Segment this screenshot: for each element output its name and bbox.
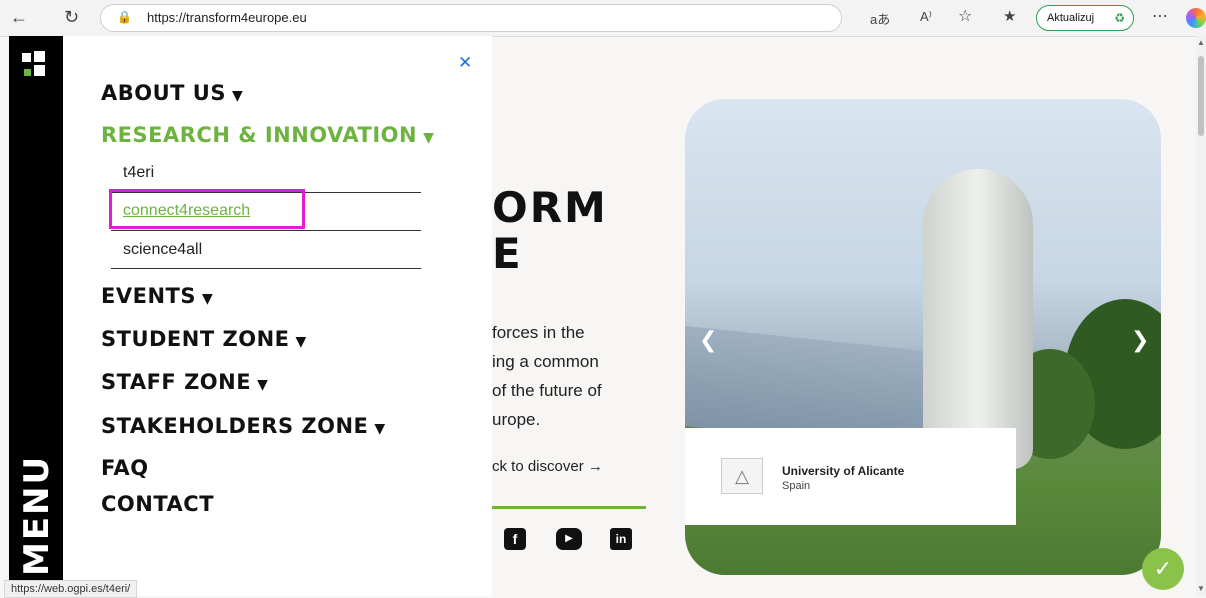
close-icon[interactable]: ✕ xyxy=(458,53,472,73)
hero-title-line2: E xyxy=(492,229,523,278)
submenu-item-connect4research[interactable]: connect4research xyxy=(123,202,250,220)
menu-item-label: STAKEHOLDERS ZONE xyxy=(101,414,369,438)
submenu-item-t4eri[interactable]: t4eri xyxy=(123,164,154,182)
scroll-thumb[interactable] xyxy=(1198,56,1204,136)
hero-text-line3: of the future of xyxy=(492,381,602,400)
scroll-down-icon[interactable]: ▼ xyxy=(1197,584,1205,593)
menu-item-events[interactable]: EVENTS ▼ xyxy=(101,284,213,308)
star-icon[interactable]: ☆ xyxy=(958,6,972,26)
favorites-icon[interactable]: ★ xyxy=(1003,7,1016,25)
eco-badge-icon[interactable]: ✓ xyxy=(1142,548,1184,590)
menu-item-label: FAQ xyxy=(101,456,149,480)
chevron-right-icon[interactable]: ❯ xyxy=(1131,327,1149,353)
submenu-divider xyxy=(111,268,421,269)
facebook-icon[interactable]: f xyxy=(504,528,526,550)
browser-toolbar: ← ↻ 🔒 https://transform4europe.eu aあ A⁾ … xyxy=(0,0,1206,37)
menu-item-stakeholders-zone[interactable]: STAKEHOLDERS ZONE ▼ xyxy=(101,414,386,438)
menu-item-label: ABOUT US xyxy=(101,81,226,105)
menu-item-student-zone[interactable]: STUDENT ZONE ▼ xyxy=(101,327,307,351)
refresh-icon[interactable]: ↻ xyxy=(64,7,79,27)
caret-down-icon: ▼ xyxy=(295,334,307,350)
submenu-divider xyxy=(111,230,421,231)
url-text[interactable]: https://transform4europe.eu xyxy=(147,10,307,25)
caret-down-icon: ▼ xyxy=(201,291,214,307)
navigation-menu: ✕ ABOUT US ▼ RESEARCH & INNOVATION ▼ t4eri… xyxy=(63,36,492,596)
copilot-icon[interactable] xyxy=(1186,8,1206,28)
status-bar-url: https://web.ogpi.es/t4eri/ xyxy=(4,580,138,598)
menu-vertical-label[interactable]: MENU xyxy=(17,455,57,576)
menu-item-faq[interactable]: FAQ xyxy=(101,456,149,480)
more-icon[interactable]: ⋯ xyxy=(1152,6,1168,26)
hero-text-line2: ing a common xyxy=(492,352,599,371)
university-caption: △ University of Alicante Spain xyxy=(685,428,1016,525)
menu-item-contact[interactable]: CONTACT xyxy=(101,492,214,516)
menu-strip[interactable]: MENU xyxy=(9,36,63,596)
address-bar[interactable]: 🔒 https://transform4europe.eu xyxy=(100,4,842,32)
hero-text-line1: forces in the xyxy=(492,323,585,342)
menu-item-research-innovation[interactable]: RESEARCH & INNOVATION ▼ xyxy=(101,123,434,147)
menu-item-label: CONTACT xyxy=(101,492,215,516)
read-aloud-icon[interactable]: A⁾ xyxy=(920,9,932,25)
youtube-icon[interactable]: ▶ xyxy=(556,528,582,550)
back-icon[interactable]: ← xyxy=(10,7,28,27)
linkedin-icon[interactable]: in xyxy=(610,528,632,550)
caret-down-icon: ▼ xyxy=(257,377,269,393)
translate-icon[interactable]: aあ xyxy=(870,9,890,28)
scroll-up-icon[interactable]: ▲ xyxy=(1197,38,1205,47)
discover-underline xyxy=(492,506,646,509)
update-icon: ♻ xyxy=(1114,11,1125,25)
menu-item-about-us[interactable]: ABOUT US ▼ xyxy=(101,81,243,105)
menu-item-label: RESEARCH & INNOVATION xyxy=(101,123,418,147)
update-label: Aktualizuj xyxy=(1047,12,1095,24)
lock-icon[interactable]: 🔒 xyxy=(117,10,132,24)
site-logo[interactable] xyxy=(20,51,46,77)
university-country: Spain xyxy=(782,480,811,492)
page-scrollbar[interactable]: ▲ ▼ xyxy=(1196,36,1206,596)
caret-down-icon: ▼ xyxy=(231,88,244,104)
submenu-item-science4all[interactable]: science4all xyxy=(123,241,202,259)
hero-text-line4: urope. xyxy=(492,410,541,429)
update-button[interactable]: Aktualizuj ♻ xyxy=(1036,5,1134,31)
carousel-sculpture xyxy=(923,169,1033,469)
menu-item-label: STUDENT ZONE xyxy=(101,327,290,351)
hero-text: forces in the ing a common of the future… xyxy=(492,318,672,434)
discover-link[interactable]: ck to discover → xyxy=(492,458,603,475)
chevron-left-icon[interactable]: ❮ xyxy=(699,327,717,353)
university-name: University of Alicante xyxy=(782,464,905,478)
menu-item-staff-zone[interactable]: STAFF ZONE ▼ xyxy=(101,370,268,394)
hero-title: ORM E xyxy=(492,185,608,277)
menu-item-label: STAFF ZONE xyxy=(101,370,252,394)
caret-down-icon: ▼ xyxy=(374,421,386,437)
hero-title-line1: ORM xyxy=(492,183,608,232)
university-logo: △ xyxy=(721,458,763,494)
menu-item-label: EVENTS xyxy=(101,284,196,308)
caret-down-icon: ▼ xyxy=(423,130,435,146)
